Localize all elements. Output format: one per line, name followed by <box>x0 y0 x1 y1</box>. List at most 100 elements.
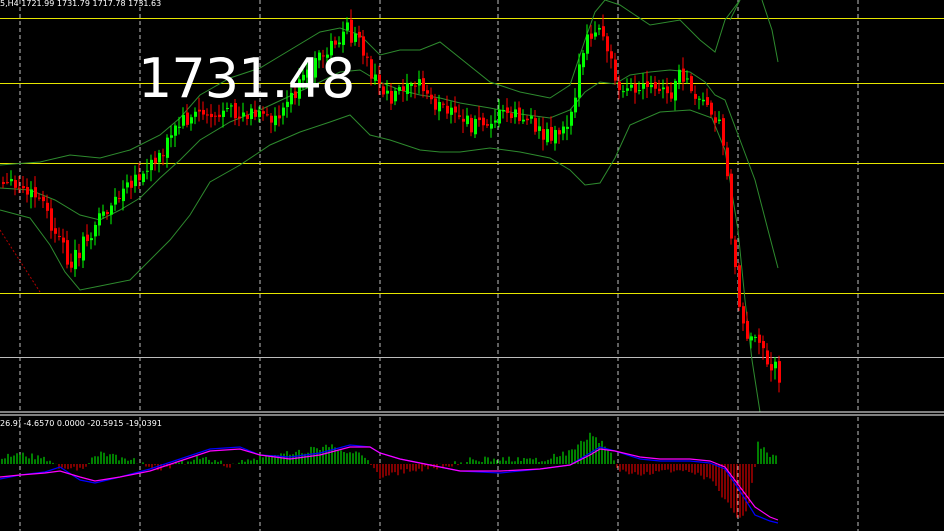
candle-body <box>462 118 465 122</box>
candle-body <box>146 170 149 172</box>
candle-body <box>394 90 397 102</box>
candle-body <box>758 334 761 343</box>
candle-body <box>214 115 217 117</box>
candle-body <box>118 197 121 199</box>
candle-body <box>494 120 497 123</box>
candle-body <box>450 107 453 115</box>
candle-body <box>266 114 269 116</box>
candle-body <box>406 83 409 94</box>
candle-body <box>174 125 177 136</box>
candle-body <box>746 321 749 339</box>
candle-body <box>274 115 277 126</box>
candle-body <box>418 79 421 86</box>
candle-body <box>206 114 209 116</box>
bollinger-upper-line <box>0 0 741 166</box>
candle-body <box>218 114 221 118</box>
candle-body <box>510 113 513 119</box>
candle-body <box>682 68 685 82</box>
candle-body <box>166 137 169 158</box>
candle-body <box>354 33 357 42</box>
candle-body <box>46 202 49 211</box>
candles <box>2 9 781 393</box>
candle-body <box>278 115 281 119</box>
candle-body <box>714 117 717 123</box>
candle-body <box>66 240 69 265</box>
candle-body <box>78 252 81 259</box>
candle-body <box>694 93 697 99</box>
candle-body <box>258 111 261 118</box>
candle-body <box>10 178 13 182</box>
candle-body <box>350 19 353 43</box>
candle-body <box>126 182 129 188</box>
candle-body <box>2 182 5 184</box>
candle-body <box>186 112 189 125</box>
candle-body <box>58 235 61 238</box>
candle-body <box>734 239 737 268</box>
candle-body <box>98 213 101 226</box>
candle-body <box>718 119 721 122</box>
candle-body <box>534 118 537 132</box>
candle-body <box>530 116 533 119</box>
candle-body <box>362 36 365 56</box>
candle-body <box>82 236 85 261</box>
candle-body <box>6 182 9 184</box>
bollinger-bands <box>0 0 779 412</box>
candle-body <box>474 119 477 135</box>
candle-body <box>594 32 597 37</box>
candle-body <box>754 336 757 338</box>
candle-body <box>750 336 753 341</box>
candle-body <box>122 188 125 202</box>
candle-body <box>50 208 53 231</box>
candle-body <box>698 98 701 100</box>
candle-body <box>194 111 197 117</box>
candle-body <box>366 56 369 58</box>
candle-body <box>638 90 641 92</box>
macd-subchart[interactable] <box>0 417 944 531</box>
candle-body <box>482 117 485 126</box>
candle-body <box>502 109 505 112</box>
candle-body <box>22 186 25 189</box>
candle-body <box>550 126 553 141</box>
candle-body <box>730 173 733 239</box>
candle-body <box>346 22 349 31</box>
candle-body <box>486 124 489 126</box>
candle-body <box>254 109 257 117</box>
candle-body <box>574 97 577 113</box>
candle-body <box>710 102 713 115</box>
candle-body <box>526 118 529 121</box>
macd-signal-line <box>0 446 779 521</box>
big-price-label: 1731.48 <box>138 47 355 110</box>
vertical-grid-sub <box>19 417 859 531</box>
candle-body <box>242 112 245 117</box>
candle-body <box>382 86 385 95</box>
candle-body <box>38 197 41 199</box>
macd-fast-line <box>0 444 779 524</box>
candle-body <box>262 111 265 114</box>
candle-body <box>490 123 493 129</box>
candle-body <box>778 361 781 383</box>
candle-body <box>670 92 673 99</box>
candle-body <box>542 128 545 140</box>
candle-body <box>722 118 725 146</box>
candle-body <box>558 130 561 135</box>
candle-body <box>570 111 573 126</box>
candle-body <box>442 103 445 105</box>
candle-body <box>14 180 17 188</box>
candle-body <box>134 174 137 187</box>
candle-body <box>662 87 665 90</box>
candle-body <box>250 108 253 120</box>
candle-body <box>598 28 601 30</box>
macd-lines <box>0 444 779 524</box>
candle-body <box>674 80 677 101</box>
candle-body <box>774 361 777 369</box>
candle-body <box>130 180 133 188</box>
candle-body <box>466 115 469 125</box>
trading-terminal: 5,H4 1721.99 1731.79 1717.78 1731.63 173… <box>0 0 944 531</box>
candle-body <box>742 306 745 324</box>
candle-body <box>114 196 117 205</box>
candle-body <box>426 90 429 94</box>
candle-body <box>210 113 213 118</box>
candle-body <box>610 51 613 59</box>
candle-body <box>170 135 173 138</box>
candle-body <box>86 234 89 242</box>
